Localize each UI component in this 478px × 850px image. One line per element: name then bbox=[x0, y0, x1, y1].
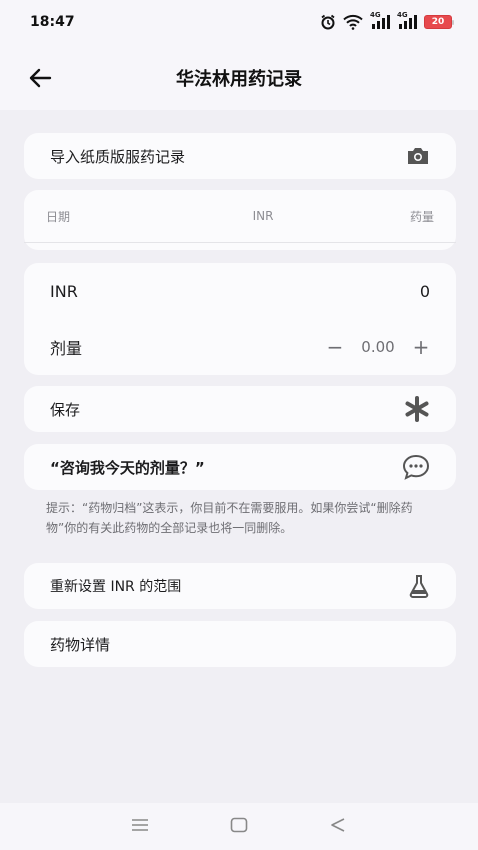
column-date: 日期 bbox=[46, 209, 71, 224]
inr-label: INR bbox=[50, 281, 78, 301]
dose-row: 剂量 − 0.00 + bbox=[24, 319, 456, 375]
ask-dose-label: “咨询我今天的剂量？” bbox=[50, 458, 205, 477]
status-bar: 18:47 4G 4G 20 bbox=[0, 0, 478, 44]
entry-card: INR 0 剂量 − 0.00 + bbox=[24, 263, 456, 375]
dose-stepper: − 0.00 + bbox=[326, 335, 430, 359]
table-divider bbox=[24, 242, 456, 243]
medication-details-label: 药物详情 bbox=[50, 635, 111, 654]
menu-icon[interactable] bbox=[131, 817, 149, 836]
column-dose: 药量 bbox=[409, 209, 434, 224]
app-bar: 华法林用药记录 bbox=[0, 44, 478, 110]
inr-row[interactable]: INR 0 bbox=[24, 263, 456, 319]
cell-signal-icon: 4G bbox=[397, 11, 417, 29]
wifi-icon bbox=[343, 14, 363, 30]
status-icons: 4G 4G 20 bbox=[320, 11, 454, 30]
record-table: 日期 INR 药量 bbox=[24, 190, 456, 250]
reset-inr-range-label: 重新设置 INR 的范围 bbox=[50, 579, 182, 595]
system-nav-bar bbox=[0, 803, 478, 850]
import-record-label: 导入纸质版服药记录 bbox=[50, 147, 186, 166]
status-time: 18:47 bbox=[30, 14, 75, 30]
dose-label: 剂量 bbox=[50, 339, 83, 358]
inr-value-field[interactable]: 0 bbox=[420, 282, 430, 301]
home-icon[interactable] bbox=[230, 817, 248, 837]
page-title: 华法林用药记录 bbox=[176, 69, 302, 90]
dose-decrement-button[interactable]: − bbox=[326, 335, 344, 359]
save-button[interactable]: 保存 bbox=[24, 386, 456, 432]
reset-inr-range-button[interactable]: 重新设置 INR 的范围 bbox=[24, 563, 456, 609]
camera-icon bbox=[406, 146, 430, 166]
ask-dose-button[interactable]: “咨询我今天的剂量？” bbox=[24, 444, 456, 490]
archive-hint-text: 提示：“药物归档”这表示，你目前不在需要服用。如果你尝试“删除药物”你的有关此药… bbox=[46, 501, 413, 535]
back-triangle-icon[interactable] bbox=[329, 817, 347, 837]
save-label: 保存 bbox=[50, 400, 81, 419]
column-inr: INR bbox=[252, 209, 274, 223]
import-record-button[interactable]: 导入纸质版服药记录 bbox=[24, 133, 456, 179]
flask-icon bbox=[408, 574, 430, 598]
alarm-icon bbox=[320, 14, 336, 30]
dose-increment-button[interactable]: + bbox=[412, 335, 430, 359]
medication-details-button[interactable]: 药物详情 bbox=[24, 621, 456, 667]
asterisk-icon bbox=[404, 396, 430, 422]
table-header: 日期 INR 药量 bbox=[24, 190, 456, 242]
battery-indicator: 20 bbox=[424, 15, 454, 29]
dose-value-field[interactable]: 0.00 bbox=[358, 338, 398, 356]
chat-bubble-icon bbox=[402, 454, 430, 480]
cell-signal-icon: 4G bbox=[370, 11, 390, 29]
